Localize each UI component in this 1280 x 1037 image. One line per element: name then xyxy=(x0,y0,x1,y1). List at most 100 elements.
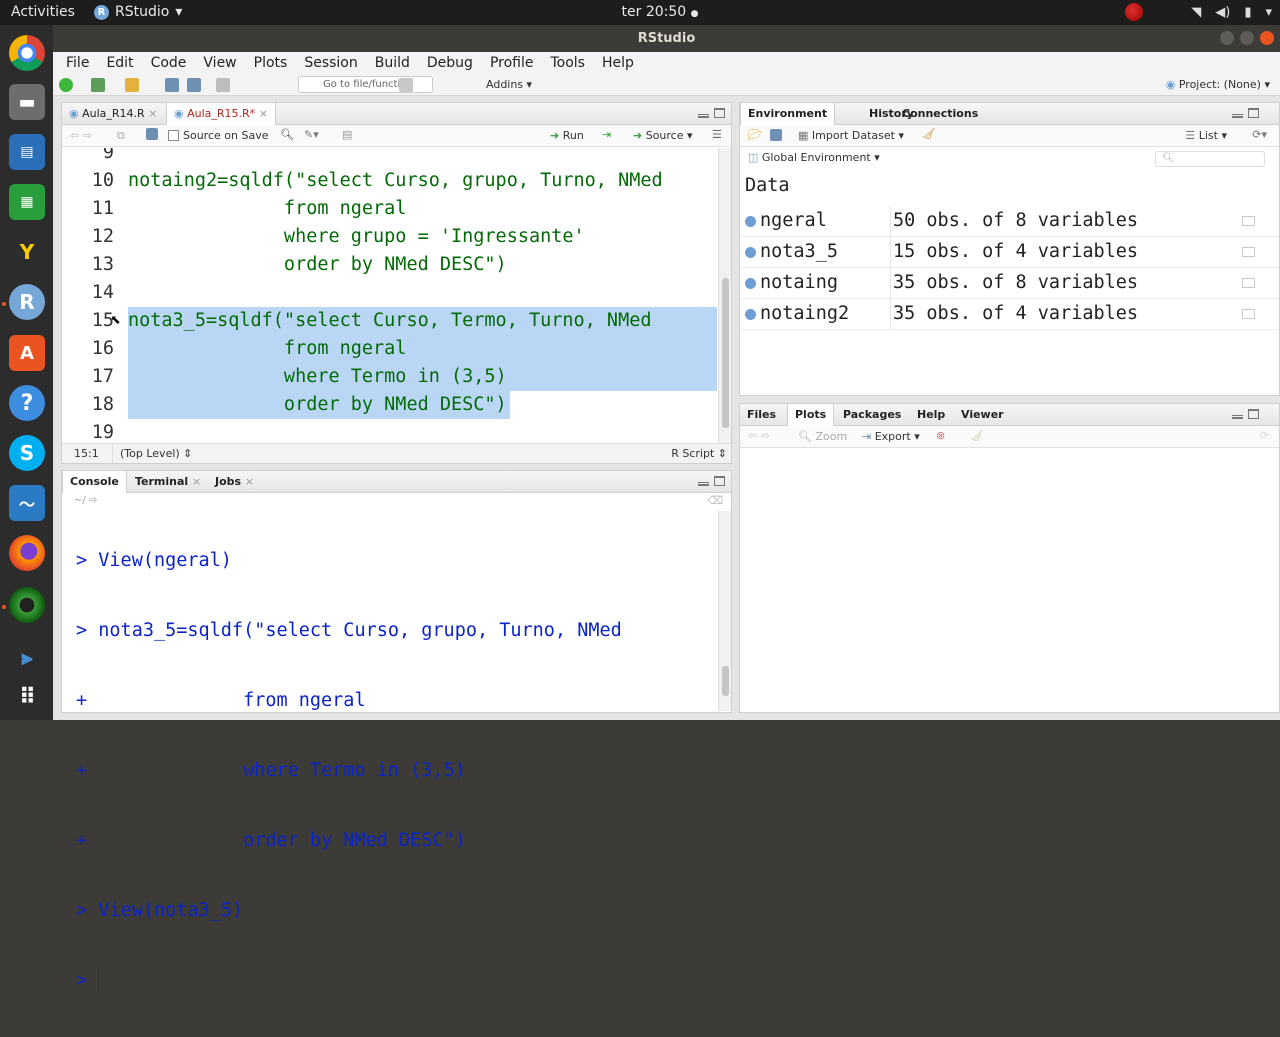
writer-icon[interactable]: ▤ xyxy=(9,134,45,170)
checkbox-box[interactable] xyxy=(168,130,179,141)
broom-icon[interactable]: 🧹︎ xyxy=(922,127,936,140)
maximize-pane-icon[interactable] xyxy=(714,476,725,486)
view-data-icon[interactable] xyxy=(1242,216,1255,226)
view-mode-selector[interactable]: ☰ List ▾ xyxy=(1185,129,1227,142)
tab-aula-r15[interactable]: ◉ Aula_R15.R* × xyxy=(166,103,276,126)
console-prompt[interactable]: > xyxy=(76,967,622,995)
tab-packages[interactable]: Packages xyxy=(836,404,908,426)
tab-terminal[interactable]: Terminal × xyxy=(128,471,208,493)
magic-wand-icon[interactable]: ✎▾ xyxy=(304,128,319,141)
minimize-pane-icon[interactable] xyxy=(1232,415,1243,419)
menu-help[interactable]: Help xyxy=(602,55,634,71)
remove-plot-icon[interactable]: ⊗ xyxy=(936,429,945,442)
drive-icon[interactable]: ▬ xyxy=(9,84,45,120)
close-icon[interactable]: × xyxy=(192,475,201,488)
file-type-selector[interactable]: R Script ⇕ xyxy=(671,447,727,460)
zoom-button[interactable]: 🔍︎ Zoom xyxy=(798,430,847,443)
tab-plots[interactable]: Plots xyxy=(787,404,835,427)
menu-code[interactable]: Code xyxy=(151,55,187,71)
wifi-icon[interactable]: ◥ xyxy=(1191,5,1201,20)
help-icon[interactable]: ? xyxy=(9,385,45,421)
run-button[interactable]: ➜ Run xyxy=(550,129,584,142)
global-environment-selector[interactable]: ◫ Global Environment ▾ xyxy=(748,151,880,164)
open-file-icon[interactable] xyxy=(125,78,139,92)
project-menu[interactable]: ◉ Project: (None) ▾ xyxy=(1166,78,1270,91)
view-data-icon[interactable] xyxy=(1242,309,1255,319)
save-icon[interactable] xyxy=(146,128,158,140)
app-menu[interactable]: R RStudio ▾ xyxy=(94,4,182,20)
clock[interactable]: ter 20:50 ● xyxy=(600,4,720,20)
tab-connections[interactable]: Connections xyxy=(895,103,985,125)
print-icon[interactable] xyxy=(216,78,230,92)
save-workspace-icon[interactable] xyxy=(770,129,782,141)
skype-icon[interactable]: S xyxy=(9,435,45,471)
save-icon[interactable] xyxy=(165,78,179,92)
xfreerdp-icon[interactable]: ⫸ xyxy=(9,639,45,675)
view-data-icon[interactable] xyxy=(1242,278,1255,288)
console-scrollbar[interactable] xyxy=(718,511,731,711)
refresh-icon[interactable]: ⟳▾ xyxy=(1252,128,1267,141)
software-center-icon[interactable]: A xyxy=(9,335,45,371)
record-indicator-icon[interactable] xyxy=(1125,3,1144,21)
save-all-icon[interactable] xyxy=(187,78,201,92)
menu-debug[interactable]: Debug xyxy=(427,55,473,71)
close-icon[interactable]: × xyxy=(259,107,268,120)
battery-icon[interactable]: ▮ xyxy=(1244,5,1251,20)
view-data-icon[interactable] xyxy=(1242,247,1255,257)
code-area[interactable]: 9 10 11 12 13 14 15 16 17 18 19 notaing2… xyxy=(62,148,717,448)
console-output[interactable]: > View(ngeral) > nota3_5=sqldf("select C… xyxy=(76,505,622,1037)
menu-file[interactable]: File xyxy=(66,55,89,71)
env-row-notaing2[interactable]: notaing2 35 obs. of 4 variables xyxy=(740,299,1279,330)
show-applications-icon[interactable]: ⠿ xyxy=(9,679,45,715)
chrome-icon[interactable] xyxy=(9,35,45,71)
tab-viewer[interactable]: Viewer xyxy=(954,404,1011,426)
scrollbar-thumb[interactable] xyxy=(722,666,729,696)
menu-tools[interactable]: Tools xyxy=(550,55,585,71)
expand-icon[interactable] xyxy=(745,247,756,258)
close-icon[interactable]: × xyxy=(245,475,254,488)
compile-report-icon[interactable]: ▤ xyxy=(342,128,352,141)
minimize-window-button[interactable] xyxy=(1220,31,1234,45)
expand-icon[interactable] xyxy=(745,216,756,227)
rstudio-icon[interactable]: R xyxy=(9,284,45,320)
tab-files[interactable]: Files xyxy=(740,404,783,426)
obs-icon[interactable] xyxy=(9,587,45,623)
back-arrow-icon[interactable]: ⇦ ⇨ xyxy=(70,129,92,142)
scrollbar-thumb[interactable] xyxy=(722,278,729,428)
expand-icon[interactable] xyxy=(745,278,756,289)
minimize-pane-icon[interactable] xyxy=(698,114,709,118)
tab-jobs[interactable]: Jobs × xyxy=(208,471,261,493)
minimize-pane-icon[interactable] xyxy=(698,482,709,486)
refresh-icon[interactable]: ⟳ xyxy=(1260,429,1269,442)
addins-menu[interactable]: Addins ▾ xyxy=(486,78,532,91)
tab-aula-r14[interactable]: ◉ Aula_R14.R × xyxy=(62,103,164,125)
expand-icon[interactable] xyxy=(745,309,756,320)
menu-plots[interactable]: Plots xyxy=(254,55,288,71)
maximize-pane-icon[interactable] xyxy=(1248,409,1259,419)
clear-plots-icon[interactable]: 🧹︎ xyxy=(970,429,984,442)
calc-icon[interactable]: ▦ xyxy=(9,184,45,220)
yandex-icon[interactable]: Y xyxy=(9,234,45,270)
env-row-ngeral[interactable]: ngeral 50 obs. of 8 variables xyxy=(740,206,1279,237)
env-row-nota3-5[interactable]: nota3_5 15 obs. of 4 variables xyxy=(740,237,1279,268)
new-project-icon[interactable] xyxy=(91,78,105,92)
previous-plot-icon[interactable]: ⇦ ⇨ xyxy=(748,429,770,442)
rerun-icon[interactable]: ⇥ xyxy=(602,128,611,141)
tab-environment[interactable]: Environment xyxy=(740,103,836,126)
close-window-button[interactable] xyxy=(1260,31,1274,45)
firefox-icon[interactable] xyxy=(9,535,45,571)
layout-grid-icon[interactable] xyxy=(399,78,413,92)
menu-build[interactable]: Build xyxy=(375,55,410,71)
system-tray[interactable]: ◥ ◀) ▮ ▾ xyxy=(1125,3,1272,21)
volume-icon[interactable]: ◀) xyxy=(1215,5,1230,20)
environment-search-input[interactable]: 🔍︎ xyxy=(1155,151,1265,167)
document-outline-icon[interactable]: ☰ xyxy=(712,128,722,141)
source-on-save-checkbox[interactable]: Source on Save xyxy=(168,129,268,142)
close-icon[interactable]: × xyxy=(148,107,157,120)
menu-session[interactable]: Session xyxy=(304,55,357,71)
new-file-icon[interactable] xyxy=(59,78,73,92)
show-in-window-icon[interactable]: ⧉ xyxy=(117,129,125,143)
source-button[interactable]: ➜ Source ▾ xyxy=(633,129,693,142)
editor-scrollbar[interactable] xyxy=(718,148,731,443)
menu-profile[interactable]: Profile xyxy=(490,55,534,71)
